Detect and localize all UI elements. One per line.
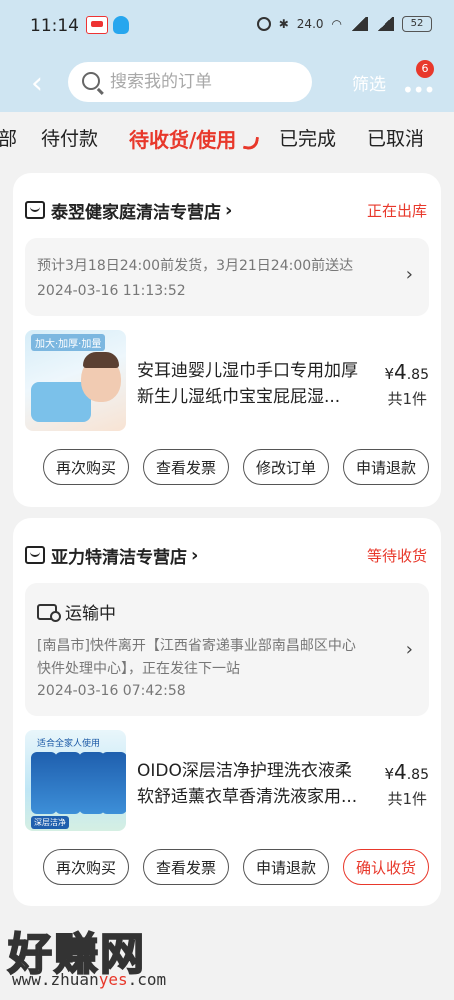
back-button[interactable]: ‹ [22, 65, 52, 101]
chevron-left-icon: ‹ [31, 65, 43, 101]
logistics-status: 运输中 [65, 604, 116, 624]
order-actions: 再次购买 查看发票 申请退款 确认收货 [42, 849, 429, 885]
order-card: 亚力特清洁专营店 › 等待收货 运输中 [南昌市]快件离开【江西省寄递事业部南昌… [13, 518, 441, 906]
signal-icon [350, 17, 368, 31]
shop-link[interactable]: 泰翌健家庭清洁专营店 › [25, 197, 232, 223]
product-image[interactable]: 加大·加厚·加量 [25, 330, 126, 431]
qq-notification-icon [113, 16, 129, 34]
product-name[interactable]: 安耳迪婴儿湿巾手口专用加厚新生儿湿纸巾宝宝屁屁湿... [137, 358, 367, 410]
watermark: 好赚网 www.zhuanyes.com [7, 918, 258, 994]
logistics-line-1: [南昌市]快件离开【江西省寄递事业部南昌邮区中心 [37, 638, 356, 654]
logistics-info[interactable]: 运输中 [南昌市]快件离开【江西省寄递事业部南昌邮区中心 快件处理中心】，正在发… [25, 583, 429, 716]
request-refund-button[interactable]: 申请退款 [342, 449, 429, 485]
status-right: ✱ 24.0 ◠ 52 [256, 16, 432, 32]
more-button[interactable]: ••• 6 [400, 60, 435, 102]
search-box[interactable] [68, 62, 312, 102]
modify-order-button[interactable]: 修改订单 [242, 449, 329, 485]
more-badge: 6 [416, 60, 434, 78]
tab-all[interactable]: 部 [0, 124, 17, 151]
delivery-estimate: 预计3月18日24:00前发货，3月21日24:00前送达 [37, 258, 354, 274]
image-foot: 深层洁净 [31, 816, 69, 829]
tab-pending-payment[interactable]: 待付款 [41, 124, 98, 151]
order-actions: 再次购买 查看发票 修改订单 申请退款 [42, 449, 429, 485]
request-refund-button[interactable]: 申请退款 [242, 849, 329, 885]
net-speed: 24.0 [296, 17, 324, 31]
view-invoice-button[interactable]: 查看发票 [142, 849, 229, 885]
wifi-icon: ◠ [331, 17, 342, 31]
search-icon [82, 72, 100, 90]
image-bottle [55, 752, 81, 814]
watermark-url-c: .com [127, 970, 167, 989]
product-quantity: 共1件 [387, 790, 427, 808]
bluetooth-icon: ✱ [278, 17, 289, 31]
more-dots-icon: ••• [402, 78, 435, 102]
order-status: 等待收货 [366, 547, 427, 565]
price-decimal: .85 [406, 767, 429, 783]
shop-icon [25, 546, 45, 564]
chevron-right-icon: › [405, 639, 413, 660]
price-integer: 4 [394, 360, 407, 384]
product-quantity: 共1件 [387, 390, 427, 408]
price-symbol: ¥ [384, 765, 394, 783]
product-price: ¥4.85 [384, 760, 429, 784]
image-bottle [31, 752, 57, 814]
image-tag: 适合全家人使用 [37, 739, 101, 749]
buy-again-button[interactable]: 再次购买 [42, 849, 129, 885]
watermark-url-a: www.zhuan [12, 970, 99, 989]
image-tag: 加大·加厚·加量 [31, 334, 106, 351]
image-hair [83, 352, 119, 368]
shop-icon [25, 201, 45, 219]
delivery-info[interactable]: 预计3月18日24:00前发货，3月21日24:00前送达 2024-03-16… [25, 238, 429, 316]
watermark-url-b: yes [98, 970, 128, 989]
info-timestamp: 2024-03-16 07:42:58 [37, 683, 186, 699]
tab-cancelled[interactable]: 已取消 [367, 124, 424, 151]
buy-again-button[interactable]: 再次购买 [42, 449, 129, 485]
app-notification-icon [86, 16, 108, 34]
watermark-url: www.zhuanyes.com [12, 970, 166, 989]
shop-link[interactable]: 亚力特清洁专营店 › [25, 542, 198, 568]
confirm-receipt-button[interactable]: 确认收货 [342, 849, 429, 885]
info-timestamp: 2024-03-16 11:13:52 [37, 283, 186, 299]
view-invoice-button[interactable]: 查看发票 [142, 449, 229, 485]
order-status: 正在出库 [366, 202, 427, 220]
search-input[interactable] [110, 62, 300, 102]
tab-completed[interactable]: 已完成 [279, 124, 336, 151]
alarm-icon [256, 17, 271, 31]
filter-button[interactable]: 筛选 [352, 70, 386, 95]
chevron-right-icon: › [191, 544, 199, 566]
order-card: 泰翌健家庭清洁专营店 › 正在出库 预计3月18日24:00前发货，3月21日2… [13, 173, 441, 507]
chevron-right-icon: › [405, 264, 413, 285]
product-price: ¥4.85 [384, 360, 429, 384]
product-name[interactable]: OIDO深层洁净护理洗衣液柔软舒适薰衣草香清洗液家用... [137, 758, 367, 810]
product-image[interactable]: 适合全家人使用 深层洁净 [25, 730, 126, 831]
logistics-line-2: 快件处理中心】，正在发往下一站 [37, 661, 240, 677]
logistics-title: 运输中 [37, 599, 116, 624]
image-bottle [101, 752, 126, 814]
status-time: 11:14 [30, 16, 79, 36]
battery-icon: 52 [402, 16, 432, 32]
price-decimal: .85 [406, 367, 429, 383]
status-bar: 11:14 ✱ 24.0 ◠ 52 [0, 0, 454, 56]
order-tabs: 部 待付款 待收货/使用 已完成 已取消 [0, 112, 454, 164]
active-tab-indicator [242, 134, 260, 152]
signal2-icon [376, 17, 394, 31]
top-bar: ‹ 筛选 ••• 6 [0, 56, 454, 112]
chevron-right-icon: › [225, 199, 233, 221]
tab-pending-receipt[interactable]: 待收货/使用 [129, 124, 236, 153]
truck-icon [37, 603, 61, 622]
shop-name: 泰翌健家庭清洁专营店 [51, 202, 221, 223]
price-integer: 4 [394, 760, 407, 784]
shop-name: 亚力特清洁专营店 [51, 547, 187, 568]
price-symbol: ¥ [384, 365, 394, 383]
